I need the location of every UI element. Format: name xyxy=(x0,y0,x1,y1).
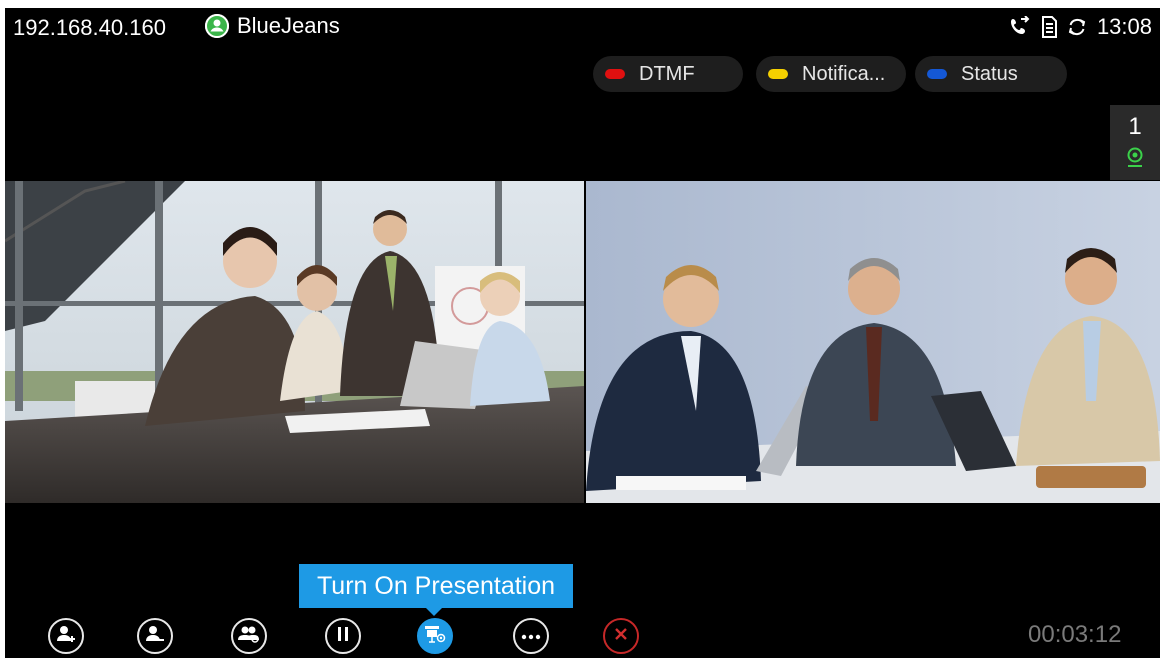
video-call-screen: 192.168.40.160 BlueJeans 13:08 DTMF Noti… xyxy=(5,8,1160,658)
dtmf-key[interactable]: DTMF xyxy=(593,56,743,92)
close-icon xyxy=(614,627,628,646)
sd-card-icon xyxy=(1041,16,1057,38)
video-frame-office xyxy=(5,181,584,503)
blue-key-indicator xyxy=(927,69,947,79)
layout-number: 1 xyxy=(1128,113,1142,140)
status-key[interactable]: Status xyxy=(915,56,1067,92)
notification-label: Notifica... xyxy=(802,62,886,85)
user-add-icon xyxy=(55,623,77,650)
yellow-key-indicator xyxy=(768,69,788,79)
presentation-icon xyxy=(424,624,446,649)
add-participant-button[interactable] xyxy=(48,618,84,654)
hang-up-button[interactable] xyxy=(603,618,639,654)
sync-icon xyxy=(1067,17,1087,37)
presentation-tooltip: Turn On Presentation xyxy=(299,564,573,616)
system-status: 13:08 xyxy=(1009,14,1152,40)
red-key-indicator xyxy=(605,69,625,79)
user-circle-icon xyxy=(205,14,229,38)
camera-icon xyxy=(1126,147,1144,174)
user-remove-icon xyxy=(144,623,166,650)
ip-address: 192.168.40.160 xyxy=(13,15,166,40)
call-forward-icon xyxy=(1009,16,1031,38)
hold-button[interactable] xyxy=(325,618,361,654)
notification-key[interactable]: Notifica... xyxy=(756,56,906,92)
status-label: Status xyxy=(961,62,1018,85)
account-indicator: BlueJeans xyxy=(205,13,340,39)
more-icon xyxy=(521,627,541,645)
account-name: BlueJeans xyxy=(237,13,340,38)
participants-button[interactable] xyxy=(231,618,267,654)
remove-participant-button[interactable] xyxy=(137,618,173,654)
call-timer: 00:03:12 xyxy=(1028,621,1122,648)
status-bar: 192.168.40.160 BlueJeans 13:08 xyxy=(5,8,1160,48)
dtmf-label: DTMF xyxy=(639,62,695,85)
video-frame-boardroom xyxy=(586,181,1160,503)
layout-indicator[interactable]: 1 xyxy=(1110,105,1160,180)
presentation-button[interactable] xyxy=(417,618,453,654)
clock: 13:08 xyxy=(1096,14,1152,39)
pause-icon xyxy=(335,626,351,647)
more-button[interactable] xyxy=(513,618,549,654)
group-icon xyxy=(237,623,261,650)
remote-video-2 xyxy=(586,181,1160,503)
remote-video-1 xyxy=(5,181,584,503)
